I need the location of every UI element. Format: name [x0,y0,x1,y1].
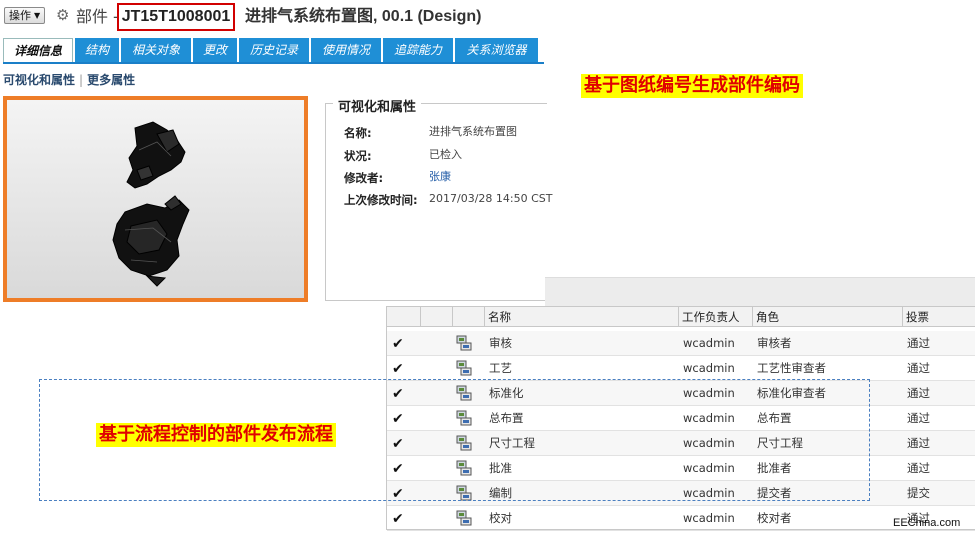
attr-status-label: 状况: [344,149,372,163]
tab-changes[interactable]: 更改 [193,38,237,62]
part-number-highlight: JT15T1008001 [117,3,235,31]
tab-traceability[interactable]: 追踪能力 [383,38,453,62]
attr-status-value: 已检入 [429,148,462,161]
subnav-more-attributes-link[interactable]: 更多属性 [87,73,135,87]
column-header-role[interactable]: 角色 [753,307,903,327]
actions-menu-button[interactable]: 操作 ▼ [4,7,46,24]
task-vote: 通过 [907,461,930,475]
column-header-status[interactable] [421,307,453,327]
task-role: 校对者 [757,511,792,525]
task-vote: 通过 [907,386,930,400]
task-vote: 通过 [907,411,930,425]
subnav-divider: | [79,73,84,87]
page-title: 进排气系统布置图, 00.1 (Design) [245,8,482,25]
tab-where-used[interactable]: 使用情况 [311,38,381,62]
panel-header-strip [545,277,975,306]
table-row[interactable]: ✔ 校对 wcadmin 校对者 通过 [387,506,975,531]
task-role: 审核者 [757,336,792,350]
attributes-heading: 可视化和属性 [333,96,422,115]
object-type-label: 部件 [76,7,109,26]
checkmark-icon: ✔ [392,336,404,352]
attr-last-modified-value: 2017/03/28 14:50 CST [429,192,553,205]
gear-icon[interactable]: ⚙ [56,6,69,24]
task-owner: wcadmin [683,361,735,375]
attr-last-modified-label: 上次修改时间: [344,193,418,207]
table-row[interactable]: ✔ 审核 wcadmin 审核者 通过 [387,331,975,356]
column-header-name[interactable]: 名称 [485,307,679,327]
workflow-task-icon[interactable] [456,510,472,526]
workflow-task-icon[interactable] [456,335,472,351]
subnav-visualization-link[interactable]: 可视化和属性 [3,73,75,87]
actions-menu-label: 操作 [9,9,31,22]
column-header-select[interactable] [387,307,421,327]
task-owner: wcadmin [683,336,735,350]
task-name: 校对 [489,511,512,525]
cad-model-image [112,121,190,287]
task-vote: 提交 [907,486,930,500]
task-owner: wcadmin [683,511,735,525]
task-name: 审核 [489,336,512,350]
attr-name-value: 进排气系统布置图 [429,125,517,138]
task-name: 工艺 [489,361,512,375]
attr-modifier-label: 修改者: [344,171,384,185]
model-thumbnail[interactable] [3,96,308,302]
task-vote: 通过 [907,361,930,375]
table-row[interactable]: ✔ 工艺 wcadmin 工艺性审查者 通过 [387,356,975,381]
task-vote: 通过 [907,436,930,450]
tab-relationship-browser[interactable]: 关系浏览器 [455,38,538,62]
chevron-down-icon: ▼ [34,11,41,20]
sub-navigation: 可视化和属性 | 更多属性 [3,73,135,87]
task-vote: 通过 [907,336,930,350]
column-header-owner[interactable]: 工作负责人 [679,307,753,327]
task-role: 工艺性审查者 [757,361,826,375]
callout-part-numbering: 基于图纸编号生成部件编码 [581,74,803,98]
checkmark-icon: ✔ [392,511,404,527]
workflow-task-icon[interactable] [456,360,472,376]
tab-details[interactable]: 详细信息 [3,38,73,62]
column-header-vote[interactable]: 投票 [903,307,975,327]
tab-history[interactable]: 历史记录 [239,38,309,62]
column-header-type[interactable] [453,307,485,327]
watermark: EEChina.com [893,517,961,529]
tab-structure[interactable]: 结构 [75,38,119,62]
attr-modifier-link[interactable]: 张康 [429,170,451,184]
attr-name-label: 名称: [344,126,372,140]
tab-related-objects[interactable]: 相关对象 [121,38,191,62]
callout-release-workflow: 基于流程控制的部件发布流程 [96,423,336,447]
tab-bar: 详细信息 结构 相关对象 更改 历史记录 使用情况 追踪能力 关系浏览器 [3,38,544,64]
